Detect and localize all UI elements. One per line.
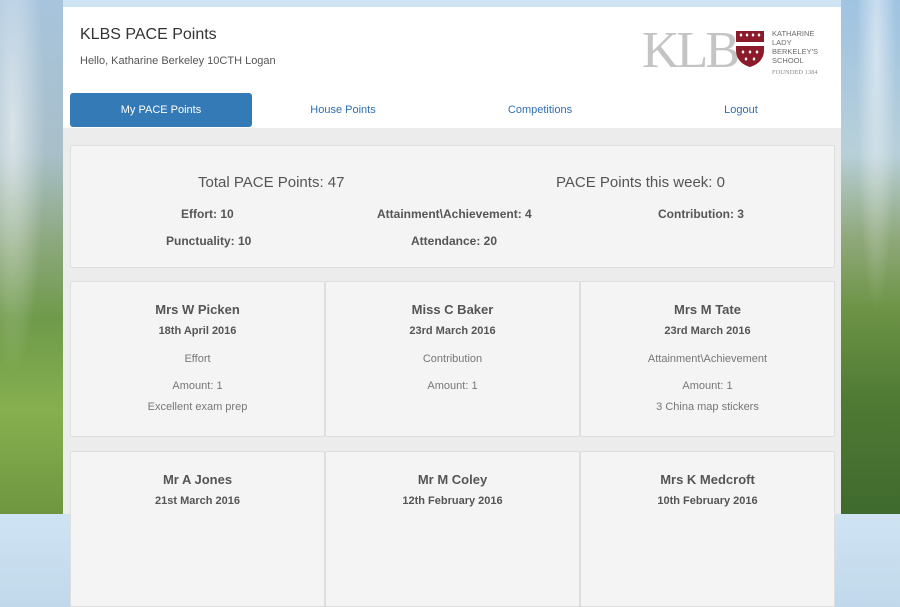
card-teacher: Mr A Jones bbox=[162, 472, 233, 487]
header: KLBS PACE Points Hello, Katharine Berkel… bbox=[63, 7, 841, 128]
founded-text: FOUNDED 1384 bbox=[772, 69, 818, 76]
background-right bbox=[841, 0, 900, 514]
points-card: Miss C Baker 23rd March 2016 Contributio… bbox=[325, 281, 580, 437]
card-teacher: Mrs M Tate bbox=[674, 302, 741, 317]
main-panel: KLBS PACE Points Hello, Katharine Berkel… bbox=[63, 7, 841, 607]
contribution-points: Contribution: 3 bbox=[658, 207, 744, 221]
points-summary: Total PACE Points: 47 PACE Points this w… bbox=[70, 145, 835, 268]
card-note: 3 China map stickers bbox=[656, 401, 759, 413]
effort-points: Effort: 10 bbox=[181, 207, 234, 221]
nav-house-points[interactable]: House Points bbox=[252, 93, 434, 127]
school-name: KATHARINE LADY BERKELEY'S SCHOOL bbox=[772, 29, 819, 65]
logo-initials: KLB bbox=[642, 22, 740, 79]
nav-my-pace-points[interactable]: My PACE Points bbox=[70, 93, 252, 127]
card-teacher: Mr M Coley bbox=[417, 472, 488, 487]
card-category: Attainment\Achievement bbox=[647, 353, 768, 365]
card-date: 21st March 2016 bbox=[155, 495, 240, 507]
card-amount: Amount: 1 bbox=[682, 380, 733, 392]
points-card: Mrs K Medcroft 10th February 2016 bbox=[580, 451, 835, 607]
user-greeting: Hello, Katharine Berkeley 10CTH Logan bbox=[80, 55, 276, 67]
card-teacher: Mrs W Picken bbox=[155, 302, 240, 317]
card-date: 12th February 2016 bbox=[402, 495, 503, 507]
attainment-points: Attainment\Achievement: 4 bbox=[377, 207, 532, 221]
card-amount: Amount: 1 bbox=[172, 380, 223, 392]
weekly-points: PACE Points this week: 0 bbox=[556, 174, 725, 191]
card-date: 23rd March 2016 bbox=[664, 325, 751, 337]
card-amount: Amount: 1 bbox=[427, 380, 478, 392]
nav-logout[interactable]: Logout bbox=[646, 93, 836, 127]
card-teacher: Miss C Baker bbox=[411, 302, 494, 317]
main-nav: My PACE Points House Points Competitions… bbox=[70, 93, 834, 127]
background-left bbox=[0, 0, 63, 514]
school-logo: KLB KATHARINE LADY BERKELEY'S SCHOOL FOU… bbox=[642, 25, 822, 77]
total-points: Total PACE Points: 47 bbox=[198, 174, 345, 191]
card-date: 18th April 2016 bbox=[158, 325, 237, 337]
card-date: 23rd March 2016 bbox=[409, 325, 496, 337]
card-note: Excellent exam prep bbox=[147, 401, 248, 413]
points-card: Mr M Coley 12th February 2016 bbox=[325, 451, 580, 607]
card-date: 10th February 2016 bbox=[657, 495, 758, 507]
nav-competitions[interactable]: Competitions bbox=[442, 93, 638, 127]
crest-icon bbox=[736, 31, 764, 67]
attendance-points: Attendance: 20 bbox=[411, 234, 498, 248]
card-category: Effort bbox=[184, 353, 211, 365]
card-category: Contribution bbox=[422, 353, 483, 365]
app-title: KLBS PACE Points bbox=[80, 26, 217, 43]
points-card: Mrs M Tate 23rd March 2016 Attainment\Ac… bbox=[580, 281, 835, 437]
points-card: Mr A Jones 21st March 2016 bbox=[70, 451, 325, 607]
punctuality-points: Punctuality: 10 bbox=[166, 234, 252, 248]
points-card: Mrs W Picken 18th April 2016 Effort Amou… bbox=[70, 281, 325, 437]
card-teacher: Mrs K Medcroft bbox=[660, 472, 755, 487]
